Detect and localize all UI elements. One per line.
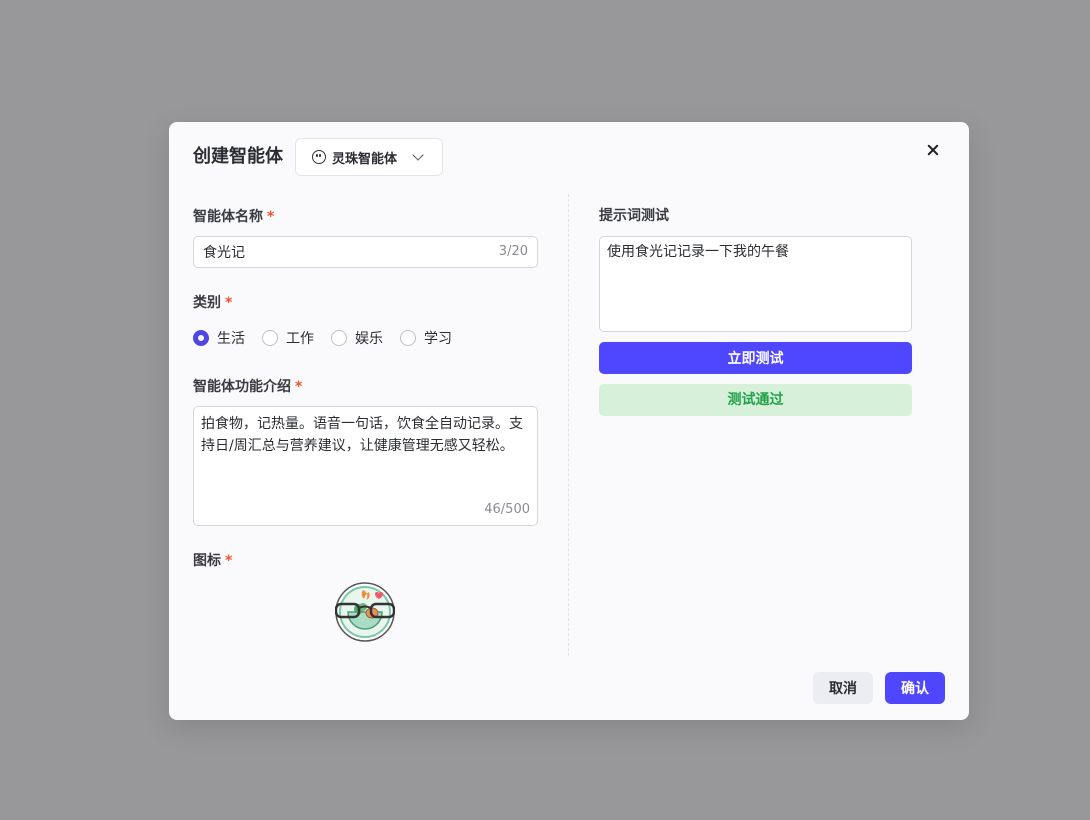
food-bowl-logo-icon[interactable] (335, 582, 395, 642)
agent-name-input[interactable] (203, 243, 483, 261)
cancel-button[interactable]: 取消 (813, 672, 873, 704)
radio-unchecked-icon (262, 330, 278, 346)
prompt-test-textarea[interactable]: 使用食光记记录一下我的午餐 (607, 242, 903, 326)
prompt-test-label: 提示词测试 (599, 208, 669, 224)
category-radio-entertainment[interactable]: 娱乐 (331, 328, 383, 348)
confirm-button[interactable]: 确认 (885, 672, 945, 704)
description-textarea[interactable]: 拍食物，记热量。语音一句话，饮食全自动记录。支持日/周汇总与营养建议，让健康管理… (201, 413, 531, 493)
category-radio-group: 生活 工作 娱乐 学习 (193, 328, 469, 348)
category-label: 类别 * (193, 295, 233, 311)
radio-unchecked-icon (331, 330, 347, 346)
name-char-counter: 3/20 (498, 244, 528, 259)
close-icon[interactable] (923, 140, 943, 160)
description-label: 智能体功能介绍 * (193, 379, 303, 395)
agent-type-label: 灵珠智能体 (332, 151, 398, 167)
agent-type-select[interactable]: 灵珠智能体 (295, 138, 443, 176)
category-radio-work[interactable]: 工作 (262, 328, 314, 348)
radio-unchecked-icon (400, 330, 416, 346)
test-result-badge: 测试通过 (599, 384, 912, 416)
radio-checked-icon (193, 330, 209, 346)
column-divider (568, 194, 569, 656)
category-radio-life[interactable]: 生活 (193, 328, 245, 348)
chevron-down-icon (412, 149, 424, 161)
description-char-counter: 46/500 (484, 502, 530, 517)
robot-face-icon (312, 150, 326, 164)
prompt-test-field[interactable]: 使用食光记记录一下我的午餐 (599, 236, 912, 332)
modal-title: 创建智能体 (193, 146, 283, 167)
agent-name-field[interactable]: 3/20 (193, 236, 538, 268)
name-label: 智能体名称 * (193, 209, 275, 225)
category-radio-study[interactable]: 学习 (400, 328, 452, 348)
create-agent-modal: 创建智能体 灵珠智能体 智能体名称* 3/20 类别* 生活 工作 娱乐 学习 (169, 122, 969, 720)
icon-label: 图标 * (193, 553, 233, 569)
run-test-button[interactable]: 立即测试 (599, 342, 912, 374)
description-field[interactable]: 拍食物，记热量。语音一句话，饮食全自动记录。支持日/周汇总与营养建议，让健康管理… (193, 406, 538, 526)
